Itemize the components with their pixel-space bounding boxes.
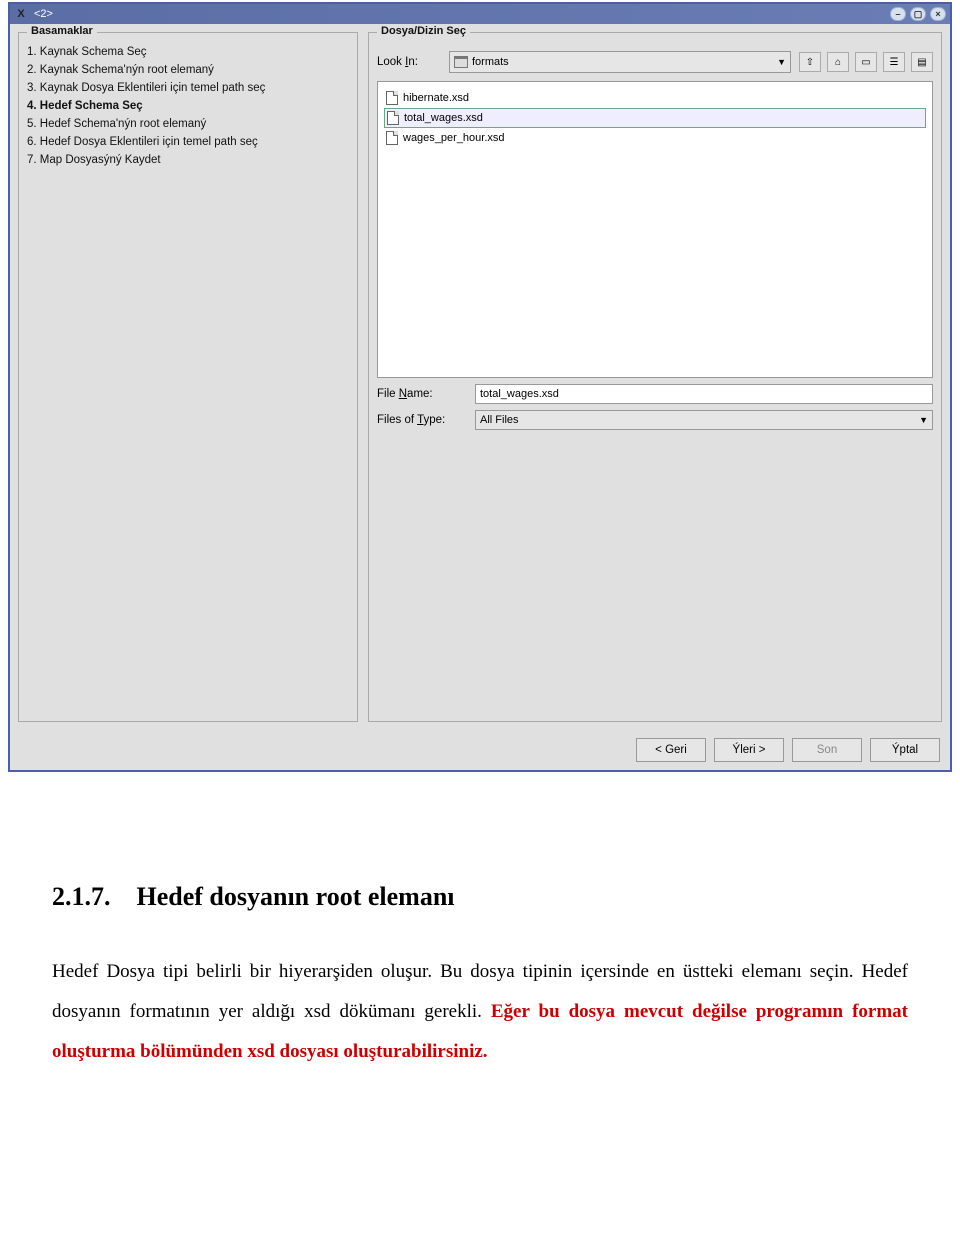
file-list[interactable]: hibernate.xsd total_wages.xsd wages_per_ho… (377, 81, 933, 378)
app-icon: X (14, 8, 28, 20)
next-button[interactable]: Ýleri > (714, 738, 784, 762)
document-icon (386, 131, 398, 145)
finish-button: Son (792, 738, 862, 762)
wizard-step: 4. Hedef Schema Seç (27, 97, 349, 115)
chevron-down-icon: ▼ (777, 57, 786, 67)
file-item[interactable]: wages_per_hour.xsd (384, 128, 926, 148)
body-paragraph: Hedef Dosya tipi belirli bir hiyerarşide… (52, 952, 908, 1072)
file-item[interactable]: total_wages.xsd (384, 108, 926, 128)
file-item[interactable]: hibernate.xsd (384, 88, 926, 108)
up-folder-button[interactable]: ⇧ (799, 52, 821, 72)
filetype-label: Files of Type: (377, 414, 475, 426)
filetype-combo[interactable]: All Files ▼ (475, 410, 933, 430)
window-title: <2> (34, 8, 53, 20)
wizard-step: 6. Hedef Dosya Eklentileri için temel pa… (27, 133, 349, 151)
window-titlebar[interactable]: X <2> – ▢ × (10, 4, 950, 24)
document-body: 2.1.7. Hedef dosyanın root elemanı Hedef… (40, 882, 920, 1102)
chooser-legend: Dosya/Dizin Seç (377, 25, 470, 37)
lookin-combo[interactable]: formats ▼ (449, 51, 791, 73)
heading-number: 2.1.7. (52, 882, 111, 911)
lookin-label: Look In: (377, 56, 449, 68)
section-heading: 2.1.7. Hedef dosyanın root elemanı (52, 882, 908, 912)
document-icon (386, 91, 398, 105)
chevron-down-icon: ▼ (919, 415, 928, 425)
home-button[interactable]: ⌂ (827, 52, 849, 72)
detail-view-button[interactable]: ▤ (911, 52, 933, 72)
steps-panel: Basamaklar 1. Kaynak Schema Seç2. Kaynak… (18, 32, 358, 722)
back-button[interactable]: < Geri (636, 738, 706, 762)
wizard-step: 1. Kaynak Schema Seç (27, 43, 349, 61)
file-name: total_wages.xsd (404, 112, 483, 124)
lookin-value: formats (472, 56, 509, 68)
file-name: wages_per_hour.xsd (403, 132, 505, 144)
steps-legend: Basamaklar (27, 25, 97, 37)
file-name: hibernate.xsd (403, 92, 469, 104)
filename-input[interactable] (475, 384, 933, 404)
wizard-step: 3. Kaynak Dosya Eklentileri için temel p… (27, 79, 349, 97)
file-chooser-panel: Dosya/Dizin Seç Look In: formats ▼ ⇧ ⌂ ▭… (368, 32, 942, 722)
steps-list: 1. Kaynak Schema Seç2. Kaynak Schema'nýn… (27, 43, 349, 169)
cancel-button[interactable]: Ýptal (870, 738, 940, 762)
wizard-step: 2. Kaynak Schema'nýn root elemaný (27, 61, 349, 79)
document-icon (387, 111, 399, 125)
filetype-value: All Files (480, 414, 519, 426)
list-view-button[interactable]: ☰ (883, 52, 905, 72)
wizard-step: 5. Hedef Schema'nýn root elemaný (27, 115, 349, 133)
new-folder-button[interactable]: ▭ (855, 52, 877, 72)
minimize-button[interactable]: – (890, 7, 906, 21)
heading-title: Hedef dosyanın root elemanı (137, 882, 455, 911)
folder-icon (454, 56, 468, 68)
filename-label: File Name: (377, 388, 475, 400)
wizard-window: X <2> – ▢ × Basamaklar 1. Kaynak Schema … (8, 2, 952, 772)
maximize-button[interactable]: ▢ (910, 7, 926, 21)
wizard-button-bar: < Geri Ýleri > Son Ýptal (10, 730, 950, 770)
close-button[interactable]: × (930, 7, 946, 21)
wizard-step: 7. Map Dosyasýný Kaydet (27, 151, 349, 169)
